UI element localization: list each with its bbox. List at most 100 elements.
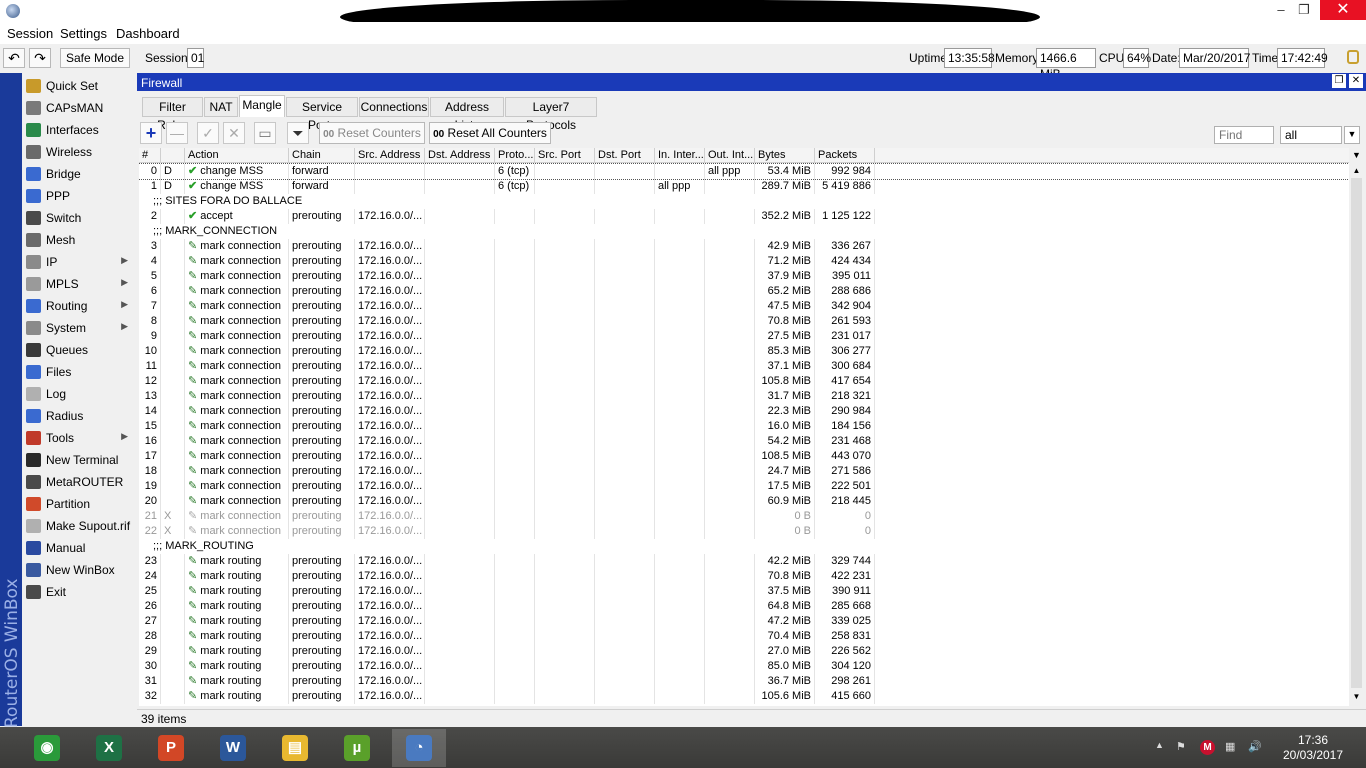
- taskbar-app-powerpoint[interactable]: P: [144, 729, 198, 767]
- tab-layer7-protocols[interactable]: Layer7 Protocols: [505, 97, 597, 132]
- taskbar-app-utorrent[interactable]: µ: [330, 729, 384, 767]
- table-row[interactable]: 31 ✎ mark routing prerouting 172.16.0.0/...…: [139, 674, 1349, 689]
- sidebar-item-mpls[interactable]: MPLS ▶: [22, 273, 136, 295]
- safe-mode-button[interactable]: Safe Mode: [60, 48, 130, 68]
- redo-button[interactable]: ↷: [29, 48, 51, 68]
- add-icon[interactable]: +: [140, 122, 162, 144]
- table-row[interactable]: 16 ✎ mark connection prerouting 172.16.0.0/…: [139, 434, 1349, 449]
- table-row[interactable]: 10 ✎ mark connection prerouting 172.16.0.0/…: [139, 344, 1349, 359]
- tab-service-ports[interactable]: Service Ports: [286, 97, 358, 132]
- table-row[interactable]: 1 D ✔ change MSS forward 6 (tcp) all ppp 289.7…: [139, 179, 1349, 194]
- comment-icon[interactable]: ▭: [254, 122, 276, 144]
- table-row[interactable]: 15 ✎ mark connection prerouting 172.16.0.0/…: [139, 419, 1349, 434]
- table-row[interactable]: 29 ✎ mark routing prerouting 172.16.0.0/...…: [139, 644, 1349, 659]
- filter-dropdown-icon[interactable]: ▼: [1344, 126, 1360, 144]
- col-in-interface-header[interactable]: In. Inter...: [655, 148, 705, 163]
- tab-connections[interactable]: Connections: [359, 97, 429, 117]
- taskbar-app-winbox[interactable]: ◔: [392, 729, 446, 767]
- remove-icon[interactable]: —: [166, 122, 188, 144]
- col-src-port-header[interactable]: Src. Port: [535, 148, 595, 163]
- sidebar-item-radius[interactable]: Radius: [22, 405, 136, 427]
- sidebar-item-switch[interactable]: Switch: [22, 207, 136, 229]
- mcafee-icon[interactable]: M: [1200, 740, 1215, 755]
- enable-icon[interactable]: ✓: [197, 122, 219, 144]
- taskbar-app-word[interactable]: W: [206, 729, 260, 767]
- taskbar-app-chrome[interactable]: ◉: [20, 729, 74, 767]
- find-input[interactable]: [1214, 126, 1274, 144]
- tab-nat[interactable]: NAT: [204, 97, 238, 117]
- table-row[interactable]: 4 ✎ mark connection prerouting 172.16.0.0/.…: [139, 254, 1349, 269]
- sidebar-item-tools[interactable]: Tools ▶: [22, 427, 136, 449]
- disable-icon[interactable]: ✕: [223, 122, 245, 144]
- taskbar-app-excel[interactable]: X: [82, 729, 136, 767]
- table-row[interactable]: 30 ✎ mark routing prerouting 172.16.0.0/...…: [139, 659, 1349, 674]
- table-row[interactable]: 22 X ✎ mark connection prerouting 172.16.0.0…: [139, 524, 1349, 539]
- menu-settings[interactable]: Settings: [60, 26, 107, 41]
- filter-icon[interactable]: ⏷: [287, 122, 309, 144]
- table-row[interactable]: 11 ✎ mark connection prerouting 172.16.0.0/…: [139, 359, 1349, 374]
- sidebar-item-bridge[interactable]: Bridge: [22, 163, 136, 185]
- table-row[interactable]: 2 ✔ accept prerouting 172.16.0.0/... 352.2 M…: [139, 209, 1349, 224]
- filter-select[interactable]: all: [1280, 126, 1342, 144]
- table-row[interactable]: 0 D ✔ change MSS forward 6 (tcp) all ppp 53.4 …: [139, 163, 1349, 180]
- table-row[interactable]: 32 ✎ mark routing prerouting 172.16.0.0/...…: [139, 689, 1349, 704]
- sidebar-item-quick-set[interactable]: Quick Set: [22, 75, 136, 97]
- network-icon[interactable]: ▦: [1225, 740, 1235, 753]
- col-bytes-header[interactable]: Bytes: [755, 148, 815, 163]
- comment-row[interactable]: ;;; SITES FORA DO BALLACE: [139, 194, 1349, 209]
- table-row[interactable]: 9 ✎ mark connection prerouting 172.16.0.0/.…: [139, 329, 1349, 344]
- col-action-header[interactable]: Action: [185, 148, 289, 163]
- table-row[interactable]: 20 ✎ mark connection prerouting 172.16.0.0/…: [139, 494, 1349, 509]
- column-menu-icon[interactable]: ▼: [1349, 148, 1364, 163]
- sidebar-item-interfaces[interactable]: Interfaces: [22, 119, 136, 141]
- taskbar-app-file-explorer[interactable]: ▤: [268, 729, 322, 767]
- table-row[interactable]: 13 ✎ mark connection prerouting 172.16.0.0/…: [139, 389, 1349, 404]
- table-row[interactable]: 17 ✎ mark connection prerouting 172.16.0.0/…: [139, 449, 1349, 464]
- table-row[interactable]: 7 ✎ mark connection prerouting 172.16.0.0/.…: [139, 299, 1349, 314]
- table-row[interactable]: 8 ✎ mark connection prerouting 172.16.0.0/.…: [139, 314, 1349, 329]
- table-row[interactable]: 5 ✎ mark connection prerouting 172.16.0.0/.…: [139, 269, 1349, 284]
- tab-address-lists[interactable]: Address Lists: [430, 97, 504, 132]
- col-out-interface-header[interactable]: Out. Int...: [705, 148, 755, 163]
- undo-button[interactable]: ↶: [3, 48, 25, 68]
- scroll-down-icon[interactable]: ▼: [1349, 691, 1364, 703]
- col-number-header[interactable]: #: [139, 148, 161, 163]
- col-protocol-header[interactable]: Proto...: [495, 148, 535, 163]
- table-row[interactable]: 26 ✎ mark routing prerouting 172.16.0.0/...…: [139, 599, 1349, 614]
- table-row[interactable]: 19 ✎ mark connection prerouting 172.16.0.0/…: [139, 479, 1349, 494]
- firewall-close-button[interactable]: ✕: [1349, 74, 1363, 88]
- table-scrollbar[interactable]: ▼ ▲ ▼: [1349, 148, 1364, 706]
- comment-row[interactable]: ;;; MARK_ROUTING: [139, 539, 1349, 554]
- close-button[interactable]: ✕: [1320, 0, 1366, 20]
- maximize-button[interactable]: ❐: [1289, 0, 1319, 20]
- sidebar-item-ppp[interactable]: PPP: [22, 185, 136, 207]
- firewall-restore-button[interactable]: ❐: [1332, 74, 1346, 88]
- sidebar-item-log[interactable]: Log: [22, 383, 136, 405]
- reset-counters-button[interactable]: 00 Reset Counters: [319, 122, 425, 144]
- col-dst-address-header[interactable]: Dst. Address: [425, 148, 495, 163]
- table-row[interactable]: 27 ✎ mark routing prerouting 172.16.0.0/...…: [139, 614, 1349, 629]
- sidebar-item-capsman[interactable]: CAPsMAN: [22, 97, 136, 119]
- volume-icon[interactable]: 🔊: [1248, 740, 1262, 753]
- col-flags-header[interactable]: [161, 148, 185, 163]
- col-chain-header[interactable]: Chain: [289, 148, 355, 163]
- col-src-address-header[interactable]: Src. Address: [355, 148, 425, 163]
- sidebar-item-wireless[interactable]: Wireless: [22, 141, 136, 163]
- table-row[interactable]: 23 ✎ mark routing prerouting 172.16.0.0/...…: [139, 554, 1349, 569]
- table-row[interactable]: 14 ✎ mark connection prerouting 172.16.0.0/…: [139, 404, 1349, 419]
- scroll-up-icon[interactable]: ▲: [1349, 165, 1364, 177]
- menu-session[interactable]: Session: [7, 26, 53, 41]
- table-row[interactable]: 25 ✎ mark routing prerouting 172.16.0.0/...…: [139, 584, 1349, 599]
- tray-chevron-icon[interactable]: ▲: [1155, 740, 1164, 750]
- table-row[interactable]: 18 ✎ mark connection prerouting 172.16.0.0/…: [139, 464, 1349, 479]
- tab-mangle[interactable]: Mangle: [239, 95, 285, 117]
- menu-dashboard[interactable]: Dashboard: [116, 26, 180, 41]
- sidebar-item-system[interactable]: System ▶: [22, 317, 136, 339]
- sidebar-item-ip[interactable]: IP ▶: [22, 251, 136, 273]
- sidebar-item-new-winbox[interactable]: New WinBox: [22, 559, 136, 581]
- reset-all-counters-button[interactable]: 00 Reset All Counters: [429, 122, 551, 144]
- table-row[interactable]: 6 ✎ mark connection prerouting 172.16.0.0/.…: [139, 284, 1349, 299]
- sidebar-item-queues[interactable]: Queues: [22, 339, 136, 361]
- sidebar-item-exit[interactable]: Exit: [22, 581, 136, 603]
- scroll-thumb[interactable]: [1351, 178, 1362, 688]
